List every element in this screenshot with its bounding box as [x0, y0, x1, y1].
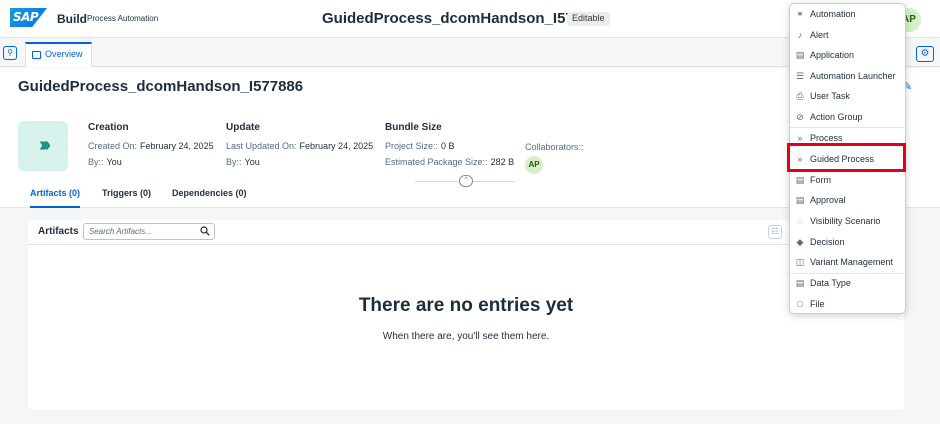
menu-item-label: File	[810, 299, 825, 309]
menu-item-label: Approval	[810, 195, 846, 205]
menu-item-approval[interactable]: ▤ Approval	[790, 190, 907, 210]
clipboard-icon: ⎙	[796, 91, 804, 101]
bundle-heading: Bundle Size	[385, 122, 442, 133]
automation-icon: ⚭	[796, 9, 804, 19]
status-badge: Editable	[567, 12, 610, 26]
tab-overview[interactable]: Overview	[25, 42, 92, 67]
overview-icon	[32, 50, 41, 59]
menu-item-action-group[interactable]: ⊘ Action Group	[790, 107, 907, 127]
app-subtitle: Process Automation	[87, 14, 159, 23]
menu-item-automation-launcher[interactable]: ☰ Automation Launcher	[790, 66, 907, 86]
menu-item-application[interactable]: ▤ Application	[790, 45, 907, 65]
updated-by-value: You	[244, 157, 260, 167]
action-icon: ⊘	[796, 112, 804, 122]
update-section: Update Last Updated On: February 24, 2025…	[226, 122, 373, 173]
menu-item-label: Action Group	[810, 112, 863, 122]
menu-item-label: Process	[810, 133, 843, 143]
created-on-label: Created On:	[88, 141, 138, 151]
menu-item-alert[interactable]: ♪ Alert	[790, 25, 907, 45]
update-heading: Update	[226, 122, 260, 133]
creation-section: Creation Created On: February 24, 2025 By…	[88, 122, 214, 173]
application-icon: ▤	[795, 50, 805, 60]
menu-item-label: Visibility Scenario	[810, 216, 881, 226]
menu-item-label: Data Type	[810, 278, 851, 288]
guided-process-icon: ›››	[18, 121, 68, 171]
empty-state-title: There are no entries yet	[358, 295, 574, 316]
search-input[interactable]: Search Artifacts...	[83, 223, 215, 240]
collaborators-label: Collaborators::	[525, 142, 584, 152]
project-size-value: 0 B	[441, 141, 455, 151]
menu-item-decision[interactable]: ◆ Decision	[790, 232, 907, 252]
visibility-icon: ◌	[797, 216, 803, 226]
artifacts-toolbar: Artifacts Search Artifacts... ☷	[28, 220, 904, 245]
menu-item-label: Automation	[810, 9, 856, 19]
decision-icon: ◆	[796, 237, 804, 247]
bundle-section: Bundle Size Project Size:: 0 B Estimated …	[385, 122, 514, 173]
collaborator-avatar[interactable]: AP	[525, 156, 543, 174]
empty-state-subtitle: When there are, you'll see them here.	[382, 331, 550, 342]
variant-icon: ◫	[795, 257, 805, 267]
menu-item-data-type[interactable]: ▤ Data Type	[790, 273, 907, 293]
menu-item-label: Form	[810, 175, 831, 185]
menu-item-file[interactable]: □ File	[790, 294, 907, 314]
bell-icon: ♪	[797, 30, 803, 40]
creation-heading: Creation	[88, 122, 129, 133]
package-size-label: Estimated Package Size::	[385, 157, 488, 167]
form-icon: ▤	[795, 175, 805, 185]
project-title: GuidedProcess_dcomHandson_I577886	[322, 10, 608, 27]
menu-item-form[interactable]: ▤ Form	[790, 170, 907, 190]
menu-item-label: Decision	[810, 237, 845, 247]
tab-dependencies[interactable]: Dependencies (0)	[172, 188, 247, 208]
search-object-icon[interactable]: ⚲	[3, 46, 17, 60]
tab-overview-label: Overview	[45, 49, 83, 59]
file-icon: □	[797, 299, 803, 309]
menu-item-user-task[interactable]: ⎙ User Task	[790, 86, 907, 106]
tab-triggers[interactable]: Triggers (0)	[102, 188, 151, 208]
approval-icon: ▤	[795, 195, 805, 205]
updated-by-label: By::	[226, 157, 242, 167]
created-on-value: February 24, 2025	[140, 141, 214, 151]
menu-item-label: Application	[810, 50, 855, 60]
search-placeholder: Search Artifacts...	[89, 227, 152, 236]
data-type-icon: ▤	[795, 278, 805, 288]
menu-item-label: Automation Launcher	[810, 71, 896, 81]
clipboard-icon[interactable]: ☷	[768, 225, 782, 239]
app-name: Build	[57, 12, 87, 26]
artifacts-card: Artifacts Search Artifacts... ☷ There ar…	[28, 220, 904, 410]
menu-item-automation[interactable]: ⚭ Automation	[790, 4, 907, 24]
package-size-value: 282 B	[490, 157, 515, 167]
menu-item-variant-management[interactable]: ◫ Variant Management	[790, 252, 907, 272]
collapse-header-button[interactable]: ⌃	[459, 175, 473, 187]
process-icon: »	[797, 133, 803, 143]
project-size-label: Project Size::	[385, 141, 439, 151]
menu-item-label: Variant Management	[810, 257, 893, 267]
menu-item-label: User Task	[810, 91, 850, 101]
page-title: GuidedProcess_dcomHandson_I577886	[18, 78, 304, 95]
tab-artifacts[interactable]: Artifacts (0)	[30, 188, 81, 208]
gear-icon[interactable]: ⚙	[916, 46, 934, 62]
updated-on-label: Last Updated On:	[226, 141, 297, 151]
menu-item-label: Alert	[810, 30, 829, 40]
sap-logo[interactable]: SAP	[10, 8, 47, 27]
created-by-value: You	[106, 157, 122, 167]
updated-on-value: February 24, 2025	[299, 141, 374, 151]
highlight-box	[787, 143, 906, 172]
artifacts-title: Artifacts	[38, 226, 79, 237]
created-by-label: By::	[88, 157, 104, 167]
menu-item-visibility-scenario[interactable]: ◌ Visibility Scenario	[790, 211, 907, 231]
search-icon[interactable]	[200, 226, 210, 236]
launcher-icon: ☰	[795, 71, 805, 81]
